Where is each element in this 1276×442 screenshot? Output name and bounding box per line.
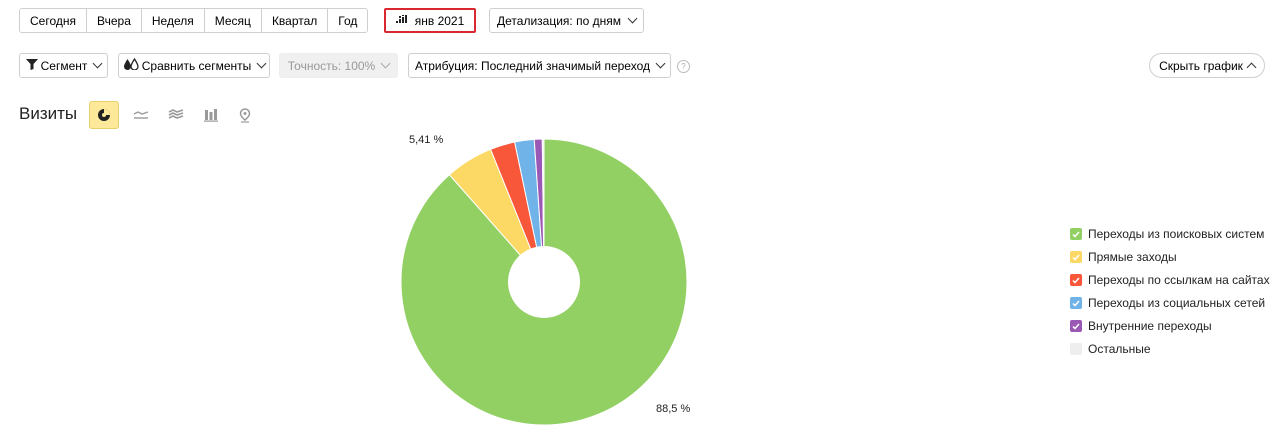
legend-item-links[interactable]: Переходы по ссылкам на сайтах xyxy=(1070,273,1270,287)
checkbox-icon xyxy=(1070,228,1082,240)
pie-chart xyxy=(400,138,688,426)
legend-label: Внутренние переходы xyxy=(1088,319,1212,333)
checkbox-icon xyxy=(1070,320,1082,332)
checkbox-icon xyxy=(1070,297,1082,309)
legend-item-internal[interactable]: Внутренние переходы xyxy=(1070,319,1212,333)
legend-item-search[interactable]: Переходы из поисковых систем xyxy=(1070,227,1264,241)
checkbox-icon xyxy=(1070,274,1082,286)
legend-item-other[interactable]: Остальные xyxy=(1070,342,1151,356)
legend-item-direct[interactable]: Прямые заходы xyxy=(1070,250,1177,264)
legend-label: Остальные xyxy=(1088,342,1151,356)
legend-label: Переходы из поисковых систем xyxy=(1088,227,1265,241)
legend-label: Переходы по ссылкам на сайтах xyxy=(1088,273,1270,287)
checkbox-icon xyxy=(1070,251,1082,263)
legend-label: Переходы из социальных сетей xyxy=(1088,296,1266,310)
legend-item-social[interactable]: Переходы из социальных сетей xyxy=(1070,296,1265,310)
legend-label: Прямые заходы xyxy=(1088,250,1177,264)
data-label-direct: 5,41 % xyxy=(409,134,444,146)
donut-hole xyxy=(508,246,580,318)
checkbox-icon xyxy=(1070,343,1082,355)
data-label-search: 88,5 % xyxy=(656,403,691,415)
